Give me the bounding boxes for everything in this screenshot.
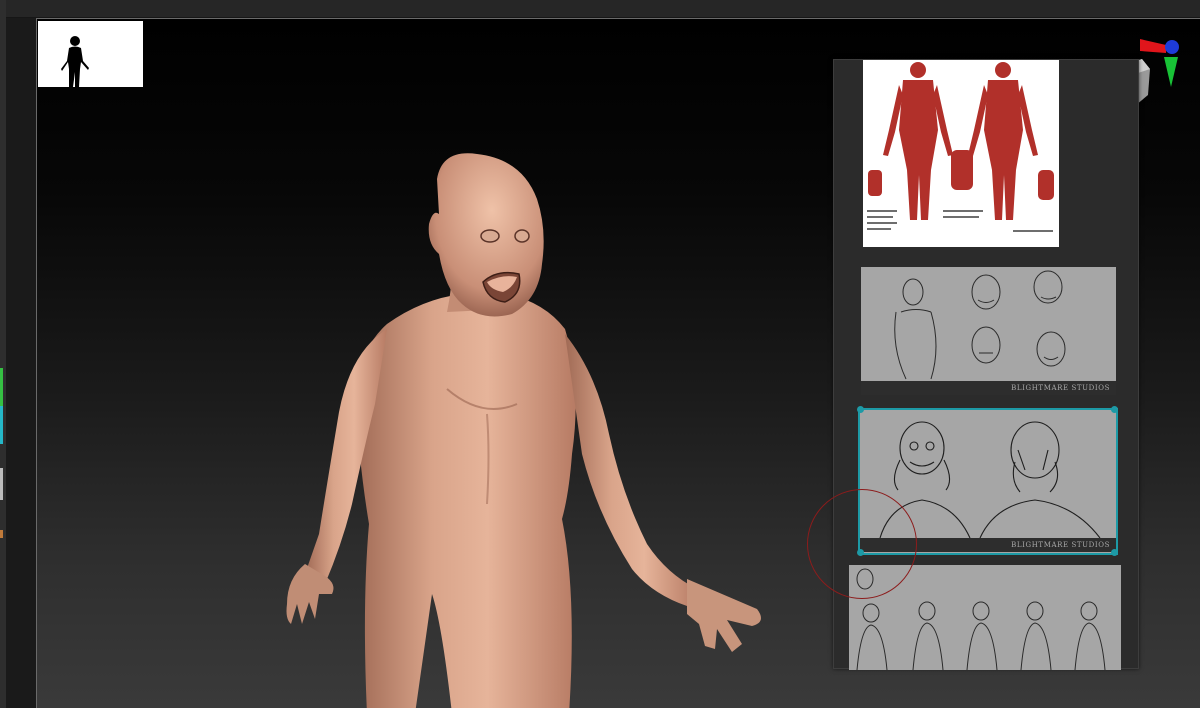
selection-handle-bottom-right[interactable] (1111, 549, 1118, 556)
rail-orange-indicator (0, 530, 3, 538)
rail-white-indicator (0, 468, 3, 500)
top-toolbar-strip (0, 0, 1200, 18)
anatomy-chart-image[interactable] (863, 60, 1059, 247)
face-sketches-caption: BLIGHTMARE STUDIOS (861, 381, 1116, 395)
face-sketches-image[interactable]: BLIGHTMARE STUDIOS (861, 267, 1116, 395)
sculpted-humanoid-model[interactable] (247, 124, 807, 708)
rail-green-indicator (0, 368, 3, 406)
selection-handle-top-right[interactable] (1111, 406, 1118, 413)
left-tool-rail[interactable] (0, 0, 6, 708)
brush-cursor-circle (807, 489, 917, 599)
selection-handle-top-left[interactable] (857, 406, 864, 413)
rail-cyan-indicator (0, 406, 3, 444)
silhouette-thumbnail[interactable] (38, 21, 143, 87)
sculpt-viewport[interactable]: BLIGHTMARE STUDIOS BLIGHTMARE STUDIOS (36, 18, 1200, 708)
human-silhouette-icon (61, 36, 89, 87)
